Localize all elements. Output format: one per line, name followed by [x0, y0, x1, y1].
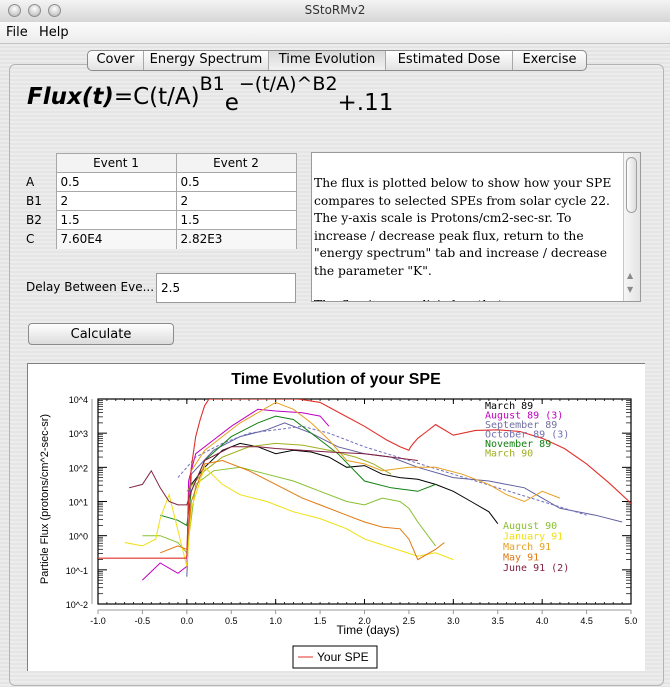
series-line-may-91 [160, 459, 445, 561]
row-label: A [26, 175, 35, 189]
menu-bar: File Help [0, 22, 670, 44]
description-paragraph: The flux is normalizied so that: [314, 297, 622, 301]
description-text: The flux is plotted below to show how yo… [314, 175, 622, 301]
x-tick-label: 2.5 [403, 616, 416, 626]
table-row-c: C 7.60E4 2.82E3 [24, 229, 297, 249]
parameters-table: Event 1 Event 2 A 0.5 0.5 B1 2 2 B2 1.5 … [24, 153, 297, 249]
y-tick-label: 10^0 [69, 532, 88, 542]
annotation-label: March 91 [503, 542, 551, 553]
y-tick-label: 10^1 [69, 498, 88, 508]
cell-c-event-1: 7.60E4 [55, 229, 177, 249]
x-tick-label: 1.5 [314, 616, 327, 626]
plot-area: 10^4 10^3 10^2 10^1 10^0 10^-1 10^-2-1.0 -0.5 0.… [66, 395, 638, 626]
series-line-march-90 [186, 442, 392, 492]
y-axis-label: Particle Flux (protons/cm^2-sec-sr) [39, 414, 51, 584]
y-tick-label: 10^-2 [66, 600, 88, 610]
x-tick-label: 2.0 [358, 616, 371, 626]
delay-input[interactable]: 2.5 [156, 273, 296, 303]
description-text-area[interactable]: The flux is plotted below to show how yo… [311, 152, 641, 302]
table-row-b2: B2 1.5 1.5 [24, 210, 297, 230]
x-tick-label: -0.5 [135, 616, 151, 626]
table-header-row: Event 1 Event 2 [24, 153, 297, 173]
annotation-label: January 91 [503, 532, 563, 543]
tab-time-evolution[interactable]: Time Evolution [269, 51, 386, 70]
description-scrollbar[interactable]: ▲ ▼ [623, 153, 640, 301]
description-paragraph: The flux is plotted below to show how yo… [314, 176, 612, 278]
delay-label: Delay Between Eve... [26, 280, 155, 294]
calculate-button[interactable]: Calculate [28, 323, 174, 345]
annotation-label: March 90 [485, 449, 533, 460]
series-line-august-89-3 [142, 408, 330, 581]
y-tick-label: 10^4 [69, 395, 88, 405]
x-tick-label: -1.0 [90, 616, 106, 626]
annotation-label: June 91 (2) [503, 563, 569, 574]
y-tick-label: 10^2 [69, 463, 88, 473]
window-titlebar: SStoRMv2 [0, 0, 670, 23]
x-tick-label: 1.0 [269, 616, 282, 626]
formula-e: e [224, 90, 239, 116]
tab-energy-spectrum[interactable]: Energy Spectrum [144, 51, 269, 70]
cell-a-event-1[interactable]: 0.5 [55, 172, 177, 192]
table-row-b1: B1 2 2 [24, 191, 297, 211]
x-tick-label: 0.0 [181, 616, 194, 626]
column-header-event-2[interactable]: Event 2 [175, 153, 297, 173]
menu-file[interactable]: File [6, 25, 28, 40]
chart-panel: Time Evolution of your SPE Time (days) P… [27, 363, 645, 671]
series-line-january-91 [124, 466, 454, 567]
cell-a-event-2[interactable]: 0.5 [175, 172, 297, 192]
formula-lhs: Flux(t) [27, 84, 114, 110]
formula-exponent-b1: B1 [199, 73, 225, 95]
table-row-a: A 0.5 0.5 [24, 172, 297, 192]
cell-c-event-2: 2.82E3 [175, 229, 297, 249]
tab-bar: Cover Energy Spectrum Time Evolution Est… [87, 50, 587, 71]
y-tick-label: 10^-1 [66, 566, 88, 576]
y-tick-label: 10^3 [69, 429, 88, 439]
time-evolution-chart: Time Evolution of your SPE Time (days) P… [39, 371, 638, 669]
legend-label-your-spe: Your SPE [317, 650, 369, 664]
formula-exponent-b2: −(t/A)^B2 [238, 73, 338, 95]
x-tick-label: 4.5 [580, 616, 593, 626]
chart-legend: Your SPE [292, 645, 378, 669]
flux-formula: Flux(t)=C(t/A)B1e−(t/A)^B2+.11 [27, 73, 393, 116]
x-tick-label: 0.5 [225, 616, 238, 626]
scroll-up-arrow-icon[interactable]: ▲ [627, 271, 633, 280]
tab-estimated-dose[interactable]: Estimated Dose [386, 51, 513, 70]
chart-title: Time Evolution of your SPE [231, 371, 441, 388]
row-label: C [26, 232, 35, 246]
cell-b1-event-1[interactable]: 2 [55, 191, 177, 211]
x-tick-label: 3.5 [491, 616, 504, 626]
series-line-march-89 [190, 442, 499, 524]
scroll-down-arrow-icon[interactable]: ▼ [627, 285, 633, 294]
cell-b2-event-2[interactable]: 1.5 [175, 210, 297, 230]
menu-help[interactable]: Help [39, 25, 69, 40]
x-tick-label: 5.0 [625, 616, 638, 626]
formula-base: =C(t/A) [113, 84, 200, 110]
window-title: SStoRMv2 [304, 3, 366, 17]
x-tick-label: 4.0 [536, 616, 549, 626]
formula-offset: +.11 [337, 90, 394, 116]
row-label: B2 [26, 213, 42, 227]
column-header-event-1[interactable]: Event 1 [55, 153, 177, 173]
tab-cover[interactable]: Cover [88, 51, 144, 70]
annotation-label: August 90 [503, 521, 557, 532]
x-tick-label: 3.0 [447, 616, 460, 626]
cell-b2-event-1[interactable]: 1.5 [55, 210, 177, 230]
annotation-label: May 91 [503, 553, 539, 564]
row-label: B1 [26, 194, 42, 208]
cell-b1-event-2[interactable]: 2 [175, 191, 297, 211]
tab-exercise[interactable]: Exercise [513, 51, 586, 70]
scrollbar-thumb[interactable] [626, 157, 637, 213]
